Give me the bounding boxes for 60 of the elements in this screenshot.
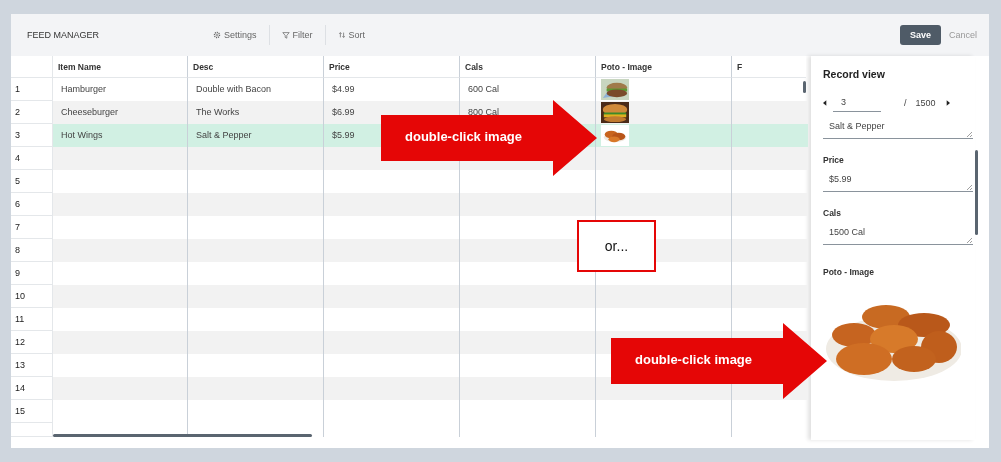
row-number: 5 — [11, 170, 53, 193]
callout-text: double-click image — [635, 352, 753, 367]
table-cell: Cheeseburger — [61, 107, 119, 117]
table-cell: Hamburger — [61, 84, 107, 94]
column-header[interactable]: Item Name — [53, 56, 188, 78]
scrollbar-thumb[interactable] — [53, 434, 312, 437]
row-number: 12 — [11, 331, 53, 354]
separator-text: / — [904, 98, 907, 108]
row-number: 4 — [11, 147, 53, 170]
column-header[interactable]: Cals — [460, 56, 596, 78]
resize-handle-icon[interactable] — [966, 184, 972, 190]
toolbar-button[interactable]: Settings — [201, 28, 269, 42]
row-number: 3 — [11, 124, 53, 147]
callout-text: double-click image — [405, 129, 523, 144]
panel-title: Record view — [823, 68, 886, 80]
row-number: 14 — [11, 377, 53, 400]
text-field[interactable]: Salt & Pepper — [823, 118, 973, 139]
row-number: 15 — [11, 400, 53, 423]
column-header[interactable]: Desc — [188, 56, 324, 78]
row-number: 7 — [11, 216, 53, 239]
table-cell: Double with Bacon — [196, 84, 272, 94]
table-cell: $5.99 — [332, 130, 355, 140]
resize-handle-icon[interactable] — [966, 131, 972, 137]
table-cell: $4.99 — [332, 84, 355, 94]
record-total: 1500 — [915, 98, 936, 108]
table-cell: $6.99 — [332, 107, 355, 117]
row-number: 13 — [11, 354, 53, 377]
resize-handle-icon[interactable] — [966, 237, 972, 243]
next-icon[interactable] — [945, 100, 950, 106]
filter-icon — [281, 31, 290, 39]
callout-box: or... — [577, 220, 656, 272]
table-cell: Hot Wings — [61, 130, 103, 140]
settings-icon — [213, 31, 221, 39]
toolbar-button[interactable]: Sort — [325, 28, 378, 42]
table-cell: 600 Cal — [468, 84, 500, 94]
scrollbar-thumb[interactable] — [975, 150, 978, 235]
row-number: 10 — [11, 285, 53, 308]
table-cell: The Works — [196, 107, 240, 117]
app-title: FEED MANAGER — [27, 30, 100, 40]
row-number: 11 — [11, 308, 53, 331]
row-number: 8 — [11, 239, 53, 262]
toolbar-button[interactable]: Filter — [269, 28, 325, 42]
field-label: Poto - Image — [823, 267, 875, 277]
column-header[interactable]: Poto - Image — [596, 56, 732, 78]
table-cell: 800 Cal — [468, 107, 500, 117]
text-field[interactable]: 1500 Cal — [823, 224, 973, 245]
row-number: 9 — [11, 262, 53, 285]
text-field[interactable]: $5.99 — [823, 171, 973, 192]
row-number: 6 — [11, 193, 53, 216]
record-number-field[interactable]: 3 — [833, 94, 881, 112]
row-number: 1 — [11, 78, 53, 101]
scrollbar-thumb[interactable] — [803, 81, 806, 93]
save-button[interactable]: Save — [899, 25, 941, 45]
row-number: 2 — [11, 101, 53, 124]
previous-icon[interactable] — [823, 100, 827, 106]
sort-icon — [337, 31, 346, 39]
field-label: Price — [823, 155, 845, 165]
field-label: Cals — [823, 208, 842, 218]
column-header[interactable]: Price — [324, 56, 460, 78]
table-cell: Salt & Pepper — [196, 130, 252, 140]
